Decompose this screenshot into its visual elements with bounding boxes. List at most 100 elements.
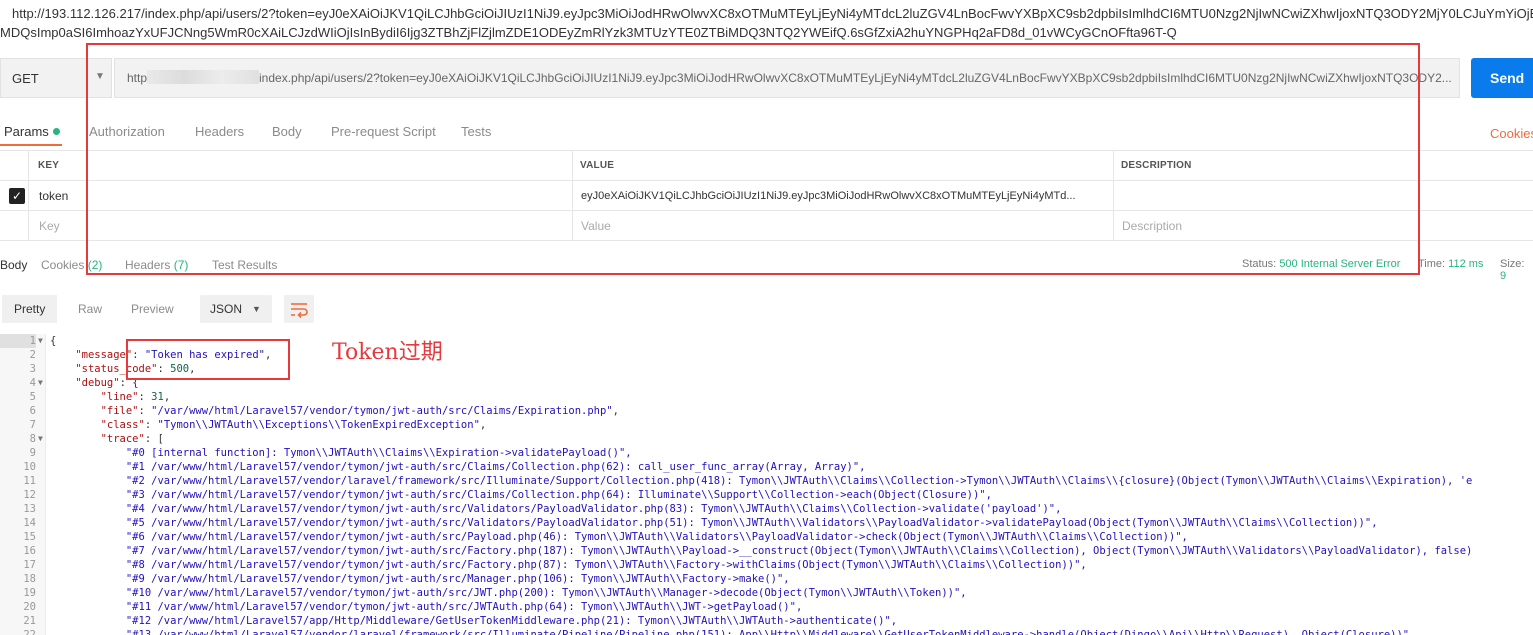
line-number: 15 — [23, 531, 36, 543]
size-label: Size: — [1500, 258, 1525, 270]
line-number: 5 — [29, 391, 36, 403]
code-line: 3 "status_code": 500, — [0, 362, 1533, 376]
code-text: "#1 /var/www/html/Laravel57/vendor/tymon… — [125, 461, 866, 473]
format-label: JSON — [210, 302, 243, 316]
code-line: 11 "#2 /var/www/html/Laravel57/vendor/la… — [0, 474, 1533, 488]
redacted-host — [147, 70, 260, 84]
line-number: 10 — [23, 461, 36, 473]
url-header-line-1: http://193.112.126.217/index.php/api/use… — [12, 6, 1533, 21]
time-label: Time: — [1418, 258, 1446, 270]
pretty-button[interactable]: Pretty — [2, 295, 58, 323]
code-text: "#2 /var/www/html/Laravel57/vendor/larav… — [125, 475, 1473, 487]
time-readout: Time: 112 ms — [1418, 258, 1483, 270]
line-number: 1 — [0, 334, 36, 348]
code-line: 4 ▼ "debug": { — [0, 376, 1533, 390]
status-readout: Status: 500 Internal Server Error — [1242, 258, 1400, 270]
code-text: "debug": { — [75, 377, 139, 389]
tab-response-body[interactable]: Body — [0, 258, 27, 272]
line-number: 7 — [29, 419, 36, 431]
code-text: "#7 /var/www/html/Laravel57/vendor/tymon… — [125, 545, 1473, 557]
code-text: "#8 /var/www/html/Laravel57/vendor/tymon… — [125, 559, 1087, 571]
tab-params[interactable]: Params — [4, 124, 60, 139]
new-key-input[interactable]: Key — [28, 211, 572, 241]
fold-toggle-icon[interactable]: ▼ — [38, 334, 43, 348]
cookies-link[interactable]: Cookies — [1490, 126, 1533, 141]
request-tabs: Params Authorization Headers Body Pre-re… — [0, 118, 1533, 146]
line-number: 17 — [23, 559, 36, 571]
line-number: 19 — [23, 587, 36, 599]
code-text: "message": "Token has expired", — [75, 349, 272, 361]
format-select[interactable]: JSON ▼ — [200, 295, 272, 323]
code-text: { — [50, 335, 57, 347]
code-text: "#13 /var/www/html/Laravel57/vendor/lara… — [125, 629, 1416, 635]
fold-toggle-icon[interactable]: ▼ — [38, 376, 43, 390]
code-text: "#6 /var/www/html/Laravel57/vendor/tymon… — [125, 531, 1188, 543]
line-number: 21 — [23, 615, 36, 627]
line-number: 11 — [23, 475, 36, 487]
params-row-new: Key Value Description — [0, 211, 1533, 241]
code-line: 18 "#9 /var/www/html/Laravel57/vendor/ty… — [0, 572, 1533, 586]
response-view-bar: Pretty Raw Preview JSON ▼ — [0, 294, 1533, 324]
code-text: "status_code": 500, — [75, 363, 196, 375]
line-number: 4 — [29, 377, 36, 389]
code-line: 10 "#1 /var/www/html/Laravel57/vendor/ty… — [0, 460, 1533, 474]
chevron-down-icon: ▼ — [252, 304, 261, 314]
line-number: 9 — [29, 447, 36, 459]
tab-tests[interactable]: Tests — [461, 124, 491, 139]
param-key-cell[interactable]: token — [28, 181, 572, 211]
method-select[interactable]: GET ▼ — [0, 58, 112, 98]
line-number: 8 — [29, 433, 36, 445]
params-header-row: KEY VALUE DESCRIPTION — [0, 151, 1533, 181]
code-text: "#3 /var/www/html/Laravel57/vendor/tymon… — [125, 489, 992, 501]
line-number: 6 — [29, 405, 36, 417]
code-text: "line": 31, — [100, 391, 171, 403]
headers-label: Headers — [125, 258, 171, 272]
code-line: 6 "file": "/var/www/html/Laravel57/vendo… — [0, 404, 1533, 418]
code-text: "#5 /var/www/html/Laravel57/vendor/tymon… — [125, 517, 1378, 529]
tab-response-headers[interactable]: Headers (7) — [125, 258, 188, 272]
code-text: "#12 /var/www/html/Laravel57/app/Http/Mi… — [125, 615, 898, 627]
url-header-line-2: MDQsImp0aSI6ImhoazYxUFJCNng5WmR0cXAiLCJz… — [0, 25, 1177, 40]
url-prefix: http — [127, 71, 148, 85]
code-text: "class": "Tymon\\JWTAuth\\Exceptions\\To… — [100, 419, 487, 431]
tab-prerequest-script[interactable]: Pre-request Script — [331, 124, 436, 139]
code-text: "#4 /var/www/html/Laravel57/vendor/tymon… — [125, 503, 1062, 515]
cookies-label: Cookies — [41, 258, 85, 272]
new-value-input[interactable]: Value — [572, 211, 1113, 241]
cookies-count: (2) — [87, 258, 103, 272]
url-rest: index.php/api/users/2?token=eyJ0eXAiOiJK… — [259, 71, 1452, 85]
params-dot-icon — [52, 128, 60, 135]
code-line: 20 "#11 /var/www/html/Laravel57/vendor/t… — [0, 600, 1533, 614]
code-text: "trace": [ — [100, 433, 164, 445]
code-text: "#0 [internal function]: Tymon\\JWTAuth\… — [125, 447, 632, 459]
code-line: 21 "#12 /var/www/html/Laravel57/app/Http… — [0, 614, 1533, 628]
wrap-lines-button[interactable] — [284, 295, 314, 323]
col-value-header: VALUE — [572, 151, 1113, 181]
response-body-viewer[interactable]: 1 ▼{2 "message": "Token has expired", 3 "s… — [0, 334, 1533, 635]
active-tab-underline — [0, 144, 62, 146]
send-button[interactable]: Send — [1471, 58, 1533, 98]
tab-test-results[interactable]: Test Results — [212, 258, 277, 272]
tab-body[interactable]: Body — [272, 124, 302, 139]
response-tabs: Body Cookies (2) Headers (7) Test Result… — [0, 256, 1533, 282]
annotation-text: Token过期 — [332, 340, 443, 365]
url-header: http://193.112.126.217/index.php/api/use… — [0, 4, 1533, 44]
code-line: 5 "line": 31, — [0, 390, 1533, 404]
param-description-cell[interactable] — [1113, 181, 1533, 211]
line-number: 12 — [23, 489, 36, 501]
tab-headers[interactable]: Headers — [195, 124, 244, 139]
line-number: 3 — [29, 363, 36, 375]
tab-response-cookies[interactable]: Cookies (2) — [41, 258, 102, 272]
code-text: "#11 /var/www/html/Laravel57/vendor/tymo… — [125, 601, 803, 613]
preview-button[interactable]: Preview — [119, 295, 186, 323]
code-line: 13 "#4 /var/www/html/Laravel57/vendor/ty… — [0, 502, 1533, 516]
url-input[interactable]: http index.php/api/users/2?token=eyJ0eXAi… — [114, 58, 1460, 98]
new-description-input[interactable]: Description — [1113, 211, 1533, 241]
fold-toggle-icon[interactable]: ▼ — [38, 432, 43, 446]
wrap-lines-icon — [291, 303, 308, 319]
code-line: 22 "#13 /var/www/html/Laravel57/vendor/l… — [0, 628, 1533, 635]
raw-button[interactable]: Raw — [66, 295, 114, 323]
param-value-cell[interactable]: eyJ0eXAiOiJKV1QiLCJhbGciOiJIUzI1NiJ9.eyJ… — [572, 181, 1113, 211]
checkmark-icon[interactable]: ✓ — [9, 188, 25, 204]
tab-authorization[interactable]: Authorization — [89, 124, 165, 139]
